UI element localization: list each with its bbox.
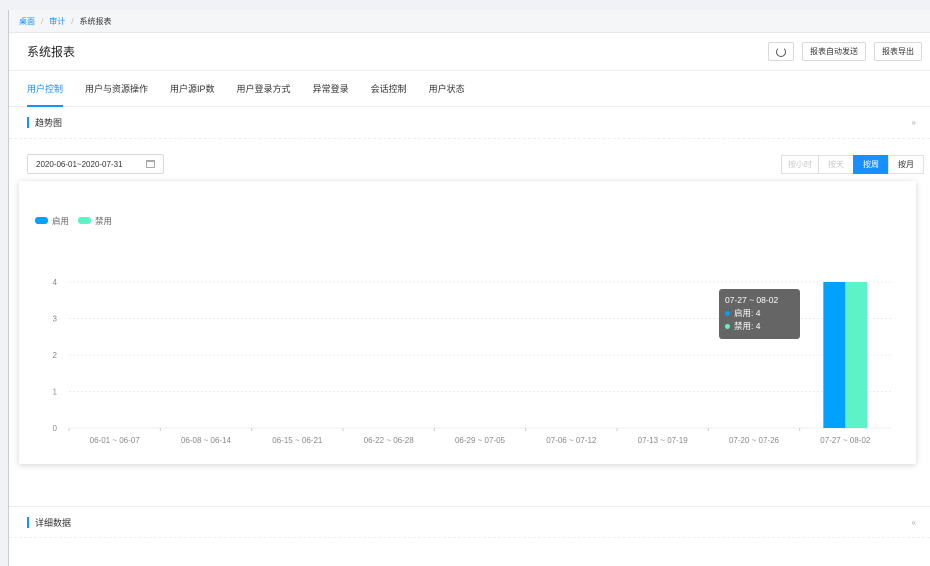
legend-swatch [78, 217, 91, 224]
chart-tooltip: 07-27 ~ 08-02 启用: 4 禁用: 4 [719, 289, 800, 339]
x-tick-label: 06-22 ~ 06-28 [364, 436, 415, 445]
legend-swatch [35, 217, 48, 224]
breadcrumb-audit[interactable]: 审计 [49, 16, 65, 27]
tooltip-title: 07-27 ~ 08-02 [725, 295, 779, 305]
detail-section-header: 详细数据 « [9, 506, 930, 538]
trend-section-header: 趋势图 » [9, 107, 930, 139]
refresh-icon [776, 46, 786, 57]
y-tick-label: 3 [53, 315, 58, 324]
legend-label: 启用 [52, 216, 69, 226]
breadcrumb-separator: / [71, 16, 74, 26]
tooltip-row-enabled: 启用: 4 [725, 307, 794, 320]
report-tabs: 用户控制 用户与资源操作 用户源IP数 用户登录方式 异常登录 会话控制 用户状… [9, 71, 930, 107]
breadcrumb: 桌面 / 审计 / 系统报表 [9, 10, 930, 33]
x-tick-label: 07-27 ~ 08-02 [820, 436, 871, 445]
y-tick-label: 0 [53, 424, 58, 433]
disabled-dot [725, 324, 730, 329]
tab-session-control[interactable]: 会话控制 [371, 71, 407, 106]
date-range-value: 2020-06-01~2020-07-31 [36, 159, 123, 169]
granularity-day[interactable]: 按天 [818, 154, 854, 174]
y-tick-label: 1 [53, 388, 58, 397]
tooltip-row-disabled: 禁用: 4 [725, 320, 794, 333]
tab-user-control[interactable]: 用户控制 [27, 71, 64, 107]
header-actions: 报表自动发送 报表导出 [768, 42, 922, 61]
tooltip-disabled-value: 禁用: 4 [734, 321, 761, 331]
chevrons-down-icon[interactable]: « [912, 518, 916, 527]
breadcrumb-separator: / [41, 16, 44, 26]
x-tick-label: 07-20 ~ 07-26 [729, 436, 780, 445]
chevrons-up-icon[interactable]: » [912, 118, 916, 127]
x-tick-label: 06-15 ~ 06-21 [272, 436, 323, 445]
bar-disabled [845, 282, 868, 428]
refresh-button[interactable] [768, 42, 794, 61]
enabled-dot [725, 311, 730, 316]
tab-user-status[interactable]: 用户状态 [429, 71, 465, 106]
granularity-week[interactable]: 按周 [853, 154, 889, 174]
tab-user-source-ip[interactable]: 用户源IP数 [170, 71, 215, 106]
x-tick-label: 06-29 ~ 07-05 [455, 436, 506, 445]
detail-section: 详细数据 « [9, 506, 930, 538]
y-tick-label: 2 [53, 351, 58, 360]
tab-login-method[interactable]: 用户登录方式 [237, 71, 291, 106]
x-tick-label: 07-06 ~ 07-12 [546, 436, 597, 445]
calendar-icon [146, 160, 155, 168]
page-title: 系统报表 [27, 45, 76, 59]
section-marker [27, 117, 29, 128]
breadcrumb-desktop[interactable]: 桌面 [19, 16, 35, 27]
tab-abnormal-login[interactable]: 异常登录 [313, 71, 349, 106]
tab-user-resource-ops[interactable]: 用户与资源操作 [85, 71, 148, 106]
x-tick-label: 07-13 ~ 07-19 [638, 436, 689, 445]
detail-title: 详细数据 [35, 517, 72, 528]
export-button[interactable]: 报表导出 [874, 42, 922, 61]
auto-send-button[interactable]: 报表自动发送 [802, 42, 866, 61]
trend-title: 趋势图 [35, 118, 63, 128]
breadcrumb-current: 系统报表 [79, 16, 112, 26]
legend-label: 禁用 [95, 216, 112, 226]
section-marker [27, 516, 29, 528]
granularity-month[interactable]: 按月 [888, 154, 924, 174]
date-range-picker[interactable]: 2020-06-01~2020-07-31 [27, 154, 164, 174]
granularity-hour[interactable]: 按小时 [781, 154, 819, 174]
granularity-switch: 按小时 按天 按周 按月 [781, 154, 924, 174]
y-tick-label: 4 [53, 278, 58, 287]
page-header: 系统报表 报表自动发送 报表导出 [9, 33, 930, 71]
bar-enabled [823, 282, 846, 428]
trend-chart-card: 启用 禁用 0 1 2 3 4 06-01 ~ 06-07 06-08 ~ 06-14 06-15… [19, 181, 916, 464]
x-tick-label: 06-08 ~ 06-14 [181, 436, 232, 445]
x-tick-label: 06-01 ~ 06-07 [90, 436, 141, 445]
tooltip-enabled-value: 启用: 4 [734, 308, 761, 318]
